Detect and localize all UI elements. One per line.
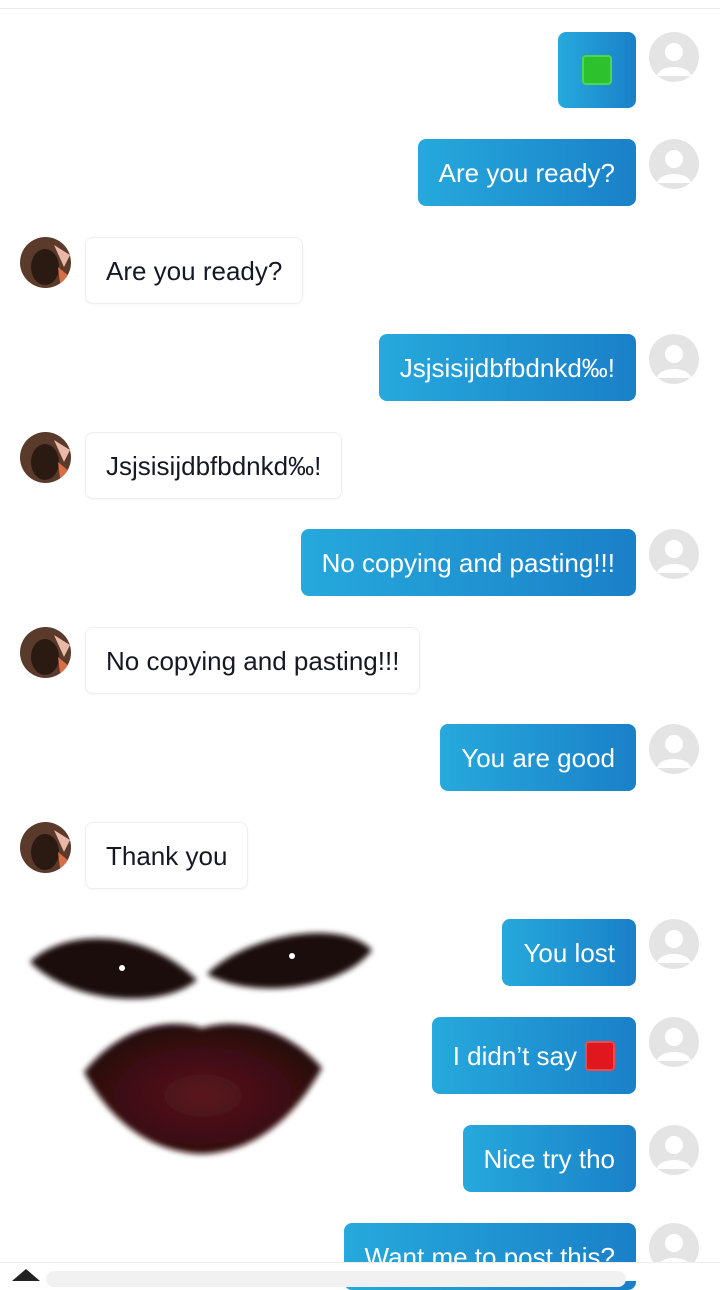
message-row-sent: Are you ready? bbox=[0, 138, 720, 208]
contact-avatar[interactable] bbox=[20, 432, 71, 483]
message-input[interactable] bbox=[46, 1271, 626, 1287]
default-user-icon bbox=[657, 150, 691, 183]
my-avatar[interactable] bbox=[649, 919, 699, 969]
header-divider bbox=[0, 8, 720, 9]
my-avatar[interactable] bbox=[649, 529, 699, 579]
message-text: Nice try tho bbox=[483, 1143, 616, 1174]
default-user-icon bbox=[657, 735, 691, 768]
message-row-received: No copying and pasting!!! bbox=[0, 626, 720, 696]
message-text: Are you ready? bbox=[438, 157, 615, 188]
emoji-keyboard-icon[interactable] bbox=[12, 1269, 40, 1281]
contact-photo-icon bbox=[20, 237, 71, 288]
message-bubble-received[interactable]: Thank you bbox=[85, 822, 249, 889]
message-row-received: Jsjsisijdbfbdnkd‰! bbox=[0, 431, 720, 501]
message-bubble-sent[interactable]: Are you ready? bbox=[417, 139, 636, 206]
message-bubble-received[interactable]: No copying and pasting!!! bbox=[85, 627, 421, 694]
default-user-icon bbox=[657, 43, 691, 76]
message-text: Jsjsisijdbfbdnkd‰! bbox=[399, 352, 615, 383]
message-text: You lost bbox=[523, 937, 615, 968]
my-avatar[interactable] bbox=[649, 32, 699, 82]
my-avatar[interactable] bbox=[649, 724, 699, 774]
message-bubble-sent[interactable] bbox=[558, 32, 636, 108]
contact-avatar[interactable] bbox=[20, 822, 71, 873]
red-square-icon bbox=[585, 1040, 615, 1071]
my-avatar[interactable] bbox=[649, 1125, 699, 1175]
message-text: I didn’t say bbox=[452, 1040, 577, 1071]
contact-avatar[interactable] bbox=[20, 627, 71, 678]
default-user-icon bbox=[657, 540, 691, 573]
left-eye-shape bbox=[30, 938, 197, 999]
default-user-icon bbox=[657, 1136, 691, 1169]
message-bubble-sent[interactable]: Nice try tho bbox=[462, 1125, 636, 1192]
message-bubble-sent[interactable]: Jsjsisijdbfbdnkd‰! bbox=[378, 334, 636, 401]
message-text: Jsjsisijdbfbdnkd‰! bbox=[106, 450, 322, 481]
message-bubble-sent[interactable]: No copying and pasting!!! bbox=[300, 529, 636, 596]
message-bubble-received[interactable]: Jsjsisijdbfbdnkd‰! bbox=[85, 432, 343, 499]
my-avatar[interactable] bbox=[649, 1017, 699, 1067]
message-text: No copying and pasting!!! bbox=[321, 547, 615, 578]
my-avatar[interactable] bbox=[649, 334, 699, 384]
right-eye-shape bbox=[207, 932, 372, 989]
message-bubble-sent[interactable]: You lost bbox=[502, 919, 636, 986]
message-row-sent: You are good bbox=[0, 723, 720, 793]
contact-photo-icon bbox=[20, 822, 71, 873]
my-avatar[interactable] bbox=[649, 139, 699, 189]
default-user-icon bbox=[657, 1028, 691, 1061]
composer-bar bbox=[0, 1262, 720, 1287]
default-user-icon bbox=[657, 345, 691, 378]
default-user-icon bbox=[657, 930, 691, 963]
message-row-sent: Jsjsisijdbfbdnkd‰! bbox=[0, 333, 720, 403]
message-row-received: Are you ready? bbox=[0, 236, 720, 306]
message-bubble-sent[interactable]: You are good bbox=[440, 724, 636, 791]
message-text: No copying and pasting!!! bbox=[106, 645, 400, 676]
message-text: Are you ready? bbox=[106, 255, 283, 286]
face-sticker bbox=[30, 932, 372, 1154]
message-row-sent bbox=[0, 30, 720, 110]
contact-photo-icon bbox=[20, 627, 71, 678]
green-square-icon bbox=[582, 55, 612, 85]
message-text: You are good bbox=[461, 742, 615, 773]
contact-avatar[interactable] bbox=[20, 237, 71, 288]
lips-shape bbox=[84, 1023, 322, 1154]
contact-photo-icon bbox=[20, 432, 71, 483]
message-row-sent: No copying and pasting!!! bbox=[0, 528, 720, 598]
message-row-received: Thank you bbox=[0, 821, 720, 891]
message-bubble-sent[interactable]: I didn’t say bbox=[431, 1017, 636, 1094]
message-text: Thank you bbox=[106, 840, 228, 871]
message-bubble-received[interactable]: Are you ready? bbox=[85, 237, 304, 304]
